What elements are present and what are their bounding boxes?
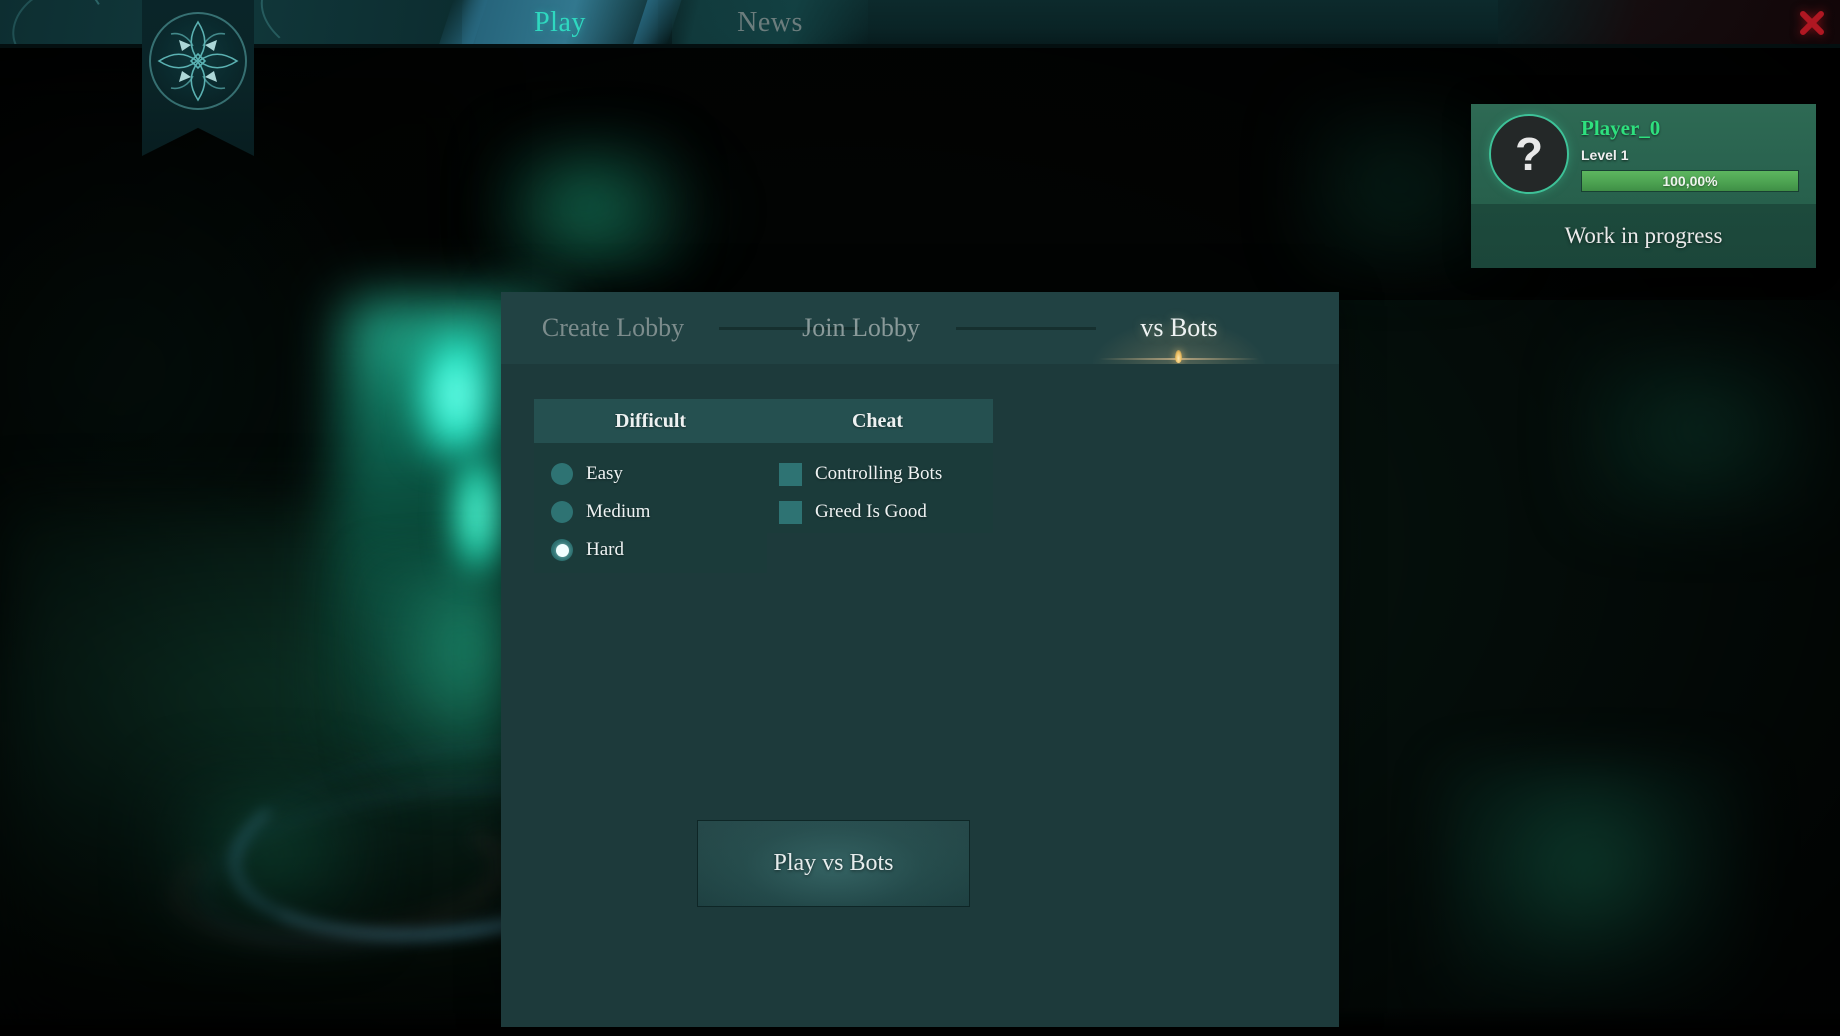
- flame-spark-icon: [1175, 350, 1182, 363]
- avatar-placeholder-glyph: ?: [1514, 128, 1544, 180]
- panel-tab-join-lobby-label: Join Lobby: [802, 313, 920, 342]
- panel-tab-vs-bots-label: vs Bots: [1140, 313, 1218, 342]
- topbar-underline: [0, 44, 1840, 48]
- player-card[interactable]: ? Player_0 Level 1 100,00% Work in progr…: [1471, 104, 1816, 268]
- tab-separator-2: [956, 327, 1096, 330]
- cheat-options: Controlling Bots Greed Is Good: [762, 443, 993, 533]
- difficulty-group-title: Difficult: [534, 399, 767, 443]
- player-info: Player_0 Level 1 100,00%: [1581, 116, 1799, 192]
- cheat-group-title: Cheat: [762, 399, 993, 443]
- play-panel: Create Lobby Join Lobby vs Bots Difficul…: [501, 292, 1339, 1027]
- cheat-option-controlling-bots-label: Controlling Bots: [815, 463, 943, 484]
- avatar[interactable]: ?: [1489, 114, 1569, 194]
- difficulty-option-easy-label: Easy: [586, 463, 623, 484]
- topbar-right-shade: [1498, 0, 1840, 46]
- panel-tab-bar: Create Lobby Join Lobby vs Bots: [501, 292, 1339, 364]
- cheat-group: Cheat Controlling Bots Greed Is Good: [762, 399, 993, 533]
- game-emblem: [142, 0, 254, 156]
- difficulty-option-hard-label: Hard: [586, 539, 624, 560]
- player-card-status: Work in progress: [1471, 204, 1816, 268]
- panel-tab-create-lobby-label: Create Lobby: [541, 313, 685, 342]
- panel-tab-join-lobby[interactable]: Join Lobby: [781, 292, 941, 364]
- difficulty-option-medium[interactable]: Medium: [534, 493, 767, 531]
- difficulty-option-medium-label: Medium: [586, 501, 651, 522]
- radio-hard-icon[interactable]: [551, 539, 573, 561]
- experience-bar: 100,00%: [1581, 170, 1799, 192]
- emblem-cross-icon: [157, 20, 239, 102]
- panel-tab-create-lobby[interactable]: Create Lobby: [523, 292, 703, 364]
- player-level: Level 1: [1581, 147, 1629, 163]
- radio-easy-icon[interactable]: [551, 463, 573, 485]
- nav-tab-news-label: News: [737, 7, 803, 38]
- difficulty-option-easy[interactable]: Easy: [534, 455, 767, 493]
- close-button[interactable]: [1794, 5, 1830, 41]
- play-vs-bots-button[interactable]: Play vs Bots: [697, 820, 970, 907]
- cheat-option-controlling-bots[interactable]: Controlling Bots: [762, 455, 993, 493]
- top-navigation-bar: Play News: [0, 0, 1840, 48]
- play-vs-bots-button-label: Play vs Bots: [773, 850, 894, 876]
- nav-tab-play-label: Play: [534, 7, 586, 38]
- player-name: Player_0: [1581, 116, 1661, 140]
- difficulty-options: Easy Medium Hard: [534, 443, 767, 573]
- close-icon: [1800, 11, 1824, 35]
- difficulty-group: Difficult Easy Medium Hard: [534, 399, 767, 573]
- checkbox-greed-is-good-icon[interactable]: [779, 500, 802, 524]
- radio-medium-icon[interactable]: [551, 501, 573, 523]
- player-card-header: ? Player_0 Level 1 100,00%: [1471, 104, 1816, 204]
- checkbox-controlling-bots-icon[interactable]: [779, 462, 802, 486]
- experience-bar-label: 100,00%: [1662, 173, 1718, 189]
- nav-tab-news[interactable]: News: [672, 0, 868, 46]
- cheat-option-greed-is-good-label: Greed Is Good: [815, 501, 927, 522]
- nav-tab-play[interactable]: Play: [462, 0, 658, 46]
- cheat-option-greed-is-good[interactable]: Greed Is Good: [762, 493, 993, 531]
- difficulty-option-hard[interactable]: Hard: [534, 531, 767, 569]
